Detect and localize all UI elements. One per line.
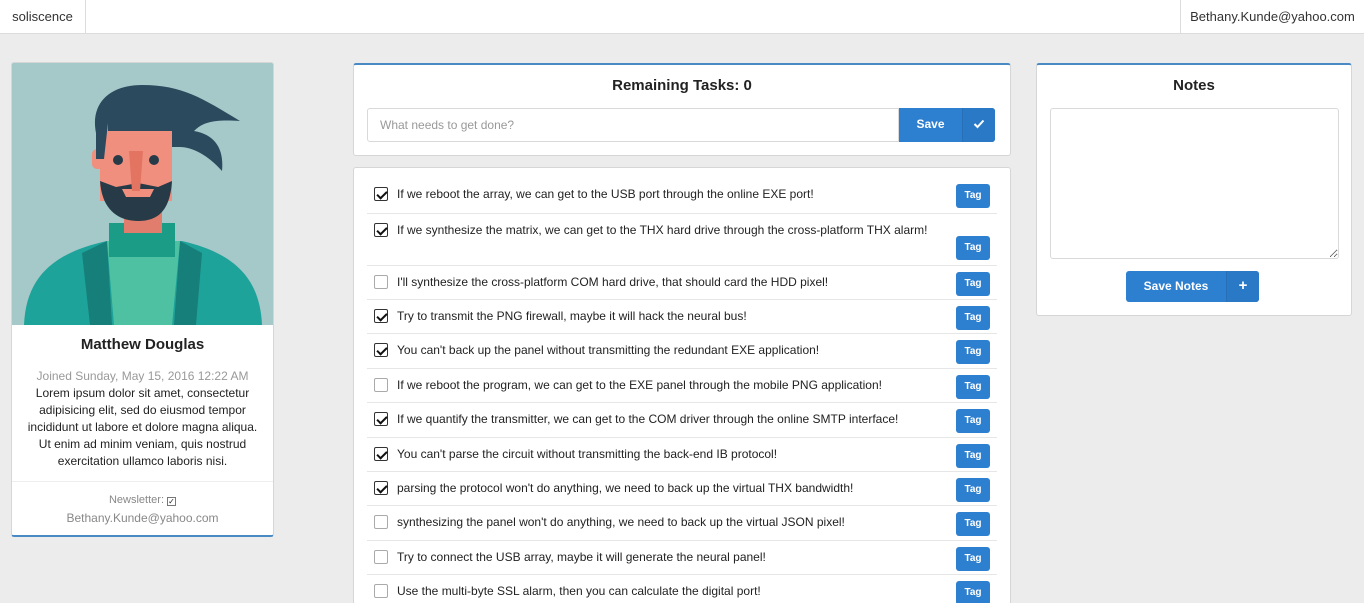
tag-button[interactable]: Tag <box>956 236 990 260</box>
tag-button[interactable]: Tag <box>956 581 990 603</box>
save-task-button[interactable]: Save <box>899 108 995 142</box>
task-text: synthesizing the panel won't do anything… <box>397 515 845 529</box>
task-checkbox[interactable] <box>374 187 388 201</box>
task-row: Try to transmit the PNG firewall, maybe … <box>367 300 997 334</box>
tag-button[interactable]: Tag <box>956 512 990 536</box>
task-checkbox[interactable] <box>374 412 388 426</box>
task-checkbox[interactable] <box>374 309 388 323</box>
task-text: If we synthesize the matrix, we can get … <box>397 223 928 237</box>
task-checkbox[interactable] <box>374 584 388 598</box>
profile-card: Matthew Douglas Joined Sunday, May 15, 2… <box>11 62 274 537</box>
tag-button[interactable]: Tag <box>956 375 990 399</box>
top-navbar: soliscence Bethany.Kunde@yahoo.com <box>0 0 1364 34</box>
task-text: You can't parse the circuit without tran… <box>397 447 778 461</box>
task-text: If we reboot the array, we can get to th… <box>397 187 814 201</box>
tag-button[interactable]: Tag <box>956 444 990 468</box>
task-row: If we reboot the program, we can get to … <box>367 369 997 403</box>
task-text: parsing the protocol won't do anything, … <box>397 481 854 495</box>
task-text: You can't back up the panel without tran… <box>397 343 820 357</box>
task-row: synthesizing the panel won't do anything… <box>367 506 997 541</box>
avatar <box>12 63 273 325</box>
tag-button[interactable]: Tag <box>956 409 990 433</box>
user-email-link[interactable]: Bethany.Kunde@yahoo.com <box>1180 0 1364 33</box>
tag-button[interactable]: Tag <box>956 184 990 208</box>
task-row: If we reboot the array, we can get to th… <box>367 178 997 214</box>
task-text: If we reboot the program, we can get to … <box>397 378 882 392</box>
task-checkbox[interactable] <box>374 275 388 289</box>
task-checkbox[interactable] <box>374 447 388 461</box>
notes-card: Notes Save Notes + <box>1036 63 1352 316</box>
save-notes-label: Save Notes <box>1143 279 1209 293</box>
task-list-card: If we reboot the array, we can get to th… <box>353 167 1011 603</box>
profile-email: Bethany.Kunde@yahoo.com <box>66 511 219 525</box>
profile-divider <box>12 481 273 482</box>
notes-title: Notes <box>1173 77 1215 94</box>
task-text: Try to connect the USB array, maybe it w… <box>397 550 766 564</box>
task-row: Try to connect the USB array, maybe it w… <box>367 541 997 575</box>
tag-button[interactable]: Tag <box>956 272 990 296</box>
remaining-tasks-title: Remaining Tasks: 0 <box>612 77 752 94</box>
joined-date: Joined Sunday, May 15, 2016 12:22 AM <box>36 369 249 383</box>
task-checkbox[interactable] <box>374 550 388 564</box>
save-notes-button[interactable]: Save Notes + <box>1126 271 1259 302</box>
task-row: I'll synthesize the cross-platform COM h… <box>367 266 997 300</box>
profile-name: Matthew Douglas <box>80 336 205 353</box>
brand-link[interactable]: soliscence <box>0 0 86 33</box>
tag-button[interactable]: Tag <box>956 547 990 571</box>
task-header-card: Remaining Tasks: 0 Save <box>353 63 1011 156</box>
save-task-label: Save <box>916 117 945 131</box>
task-row: Use the multi-byte SSL alarm, then you c… <box>367 575 997 603</box>
newsletter-status: Newsletter: ✓ <box>12 494 273 506</box>
tag-button[interactable]: Tag <box>956 340 990 364</box>
avatar-illustration <box>12 63 273 325</box>
task-row: parsing the protocol won't do anything, … <box>367 472 997 506</box>
new-task-input[interactable] <box>367 108 899 142</box>
task-text: I'll synthesize the cross-platform COM h… <box>397 275 829 289</box>
tag-button[interactable]: Tag <box>956 478 990 502</box>
task-checkbox[interactable] <box>374 343 388 357</box>
tag-button[interactable]: Tag <box>956 306 990 330</box>
profile-bio: Lorem ipsum dolor sit amet, consectetur … <box>27 386 258 468</box>
task-checkbox[interactable] <box>374 515 388 529</box>
check-icon <box>962 108 995 142</box>
task-checkbox[interactable] <box>374 481 388 495</box>
newsletter-label: Newsletter: <box>108 494 165 506</box>
task-row: You can't parse the circuit without tran… <box>367 438 997 472</box>
task-checkbox[interactable] <box>374 223 388 237</box>
task-text: Use the multi-byte SSL alarm, then you c… <box>397 584 761 598</box>
task-row: If we synthesize the matrix, we can get … <box>367 214 997 266</box>
task-text: If we quantify the transmitter, we can g… <box>397 412 899 426</box>
newsletter-checkbox[interactable]: ✓ <box>167 497 177 506</box>
plus-icon: + <box>1226 271 1259 302</box>
task-row: You can't back up the panel without tran… <box>367 334 997 369</box>
notes-textarea[interactable] <box>1050 108 1339 259</box>
task-row: If we quantify the transmitter, we can g… <box>367 403 997 438</box>
task-text: Try to transmit the PNG firewall, maybe … <box>397 309 747 323</box>
task-checkbox[interactable] <box>374 378 388 392</box>
